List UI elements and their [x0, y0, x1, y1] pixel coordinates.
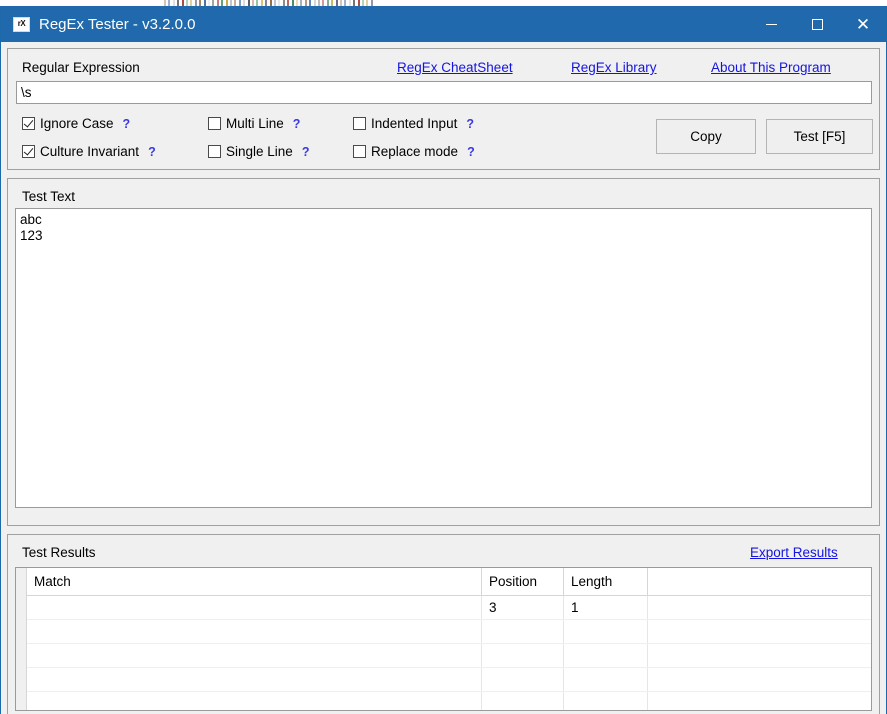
cell-length[interactable] — [563, 643, 648, 668]
regex-input[interactable]: \s — [16, 81, 872, 104]
results-panel: Test Results Export Results Match Positi… — [7, 534, 880, 714]
results-grid[interactable]: Match Position Length 31 — [15, 567, 872, 711]
copy-button[interactable]: Copy — [656, 119, 756, 154]
window-title: RegEx Tester - v3.2.0.0 — [39, 15, 196, 33]
minimize-icon — [765, 23, 777, 25]
table-row[interactable]: 31 — [27, 595, 871, 620]
checkbox-ignore-case[interactable] — [22, 117, 35, 131]
option-culture-invariant[interactable]: Culture Invariant ? — [22, 145, 156, 159]
results-table-body: 31 — [27, 595, 871, 710]
regex-panel: Regular Expression RegEx CheatSheet RegE… — [7, 48, 880, 170]
regex-tester-window: rX RegEx Tester - v3.2.0.0 ✕ Regular Exp… — [0, 6, 887, 714]
checkbox-culture-invariant[interactable] — [22, 145, 35, 159]
about-this-program-link[interactable]: About This Program — [711, 61, 831, 75]
table-header-row: Match Position Length — [27, 568, 871, 596]
test-results-label: Test Results — [22, 545, 96, 560]
grid-row-header-strip — [16, 568, 27, 710]
checkbox-multi-line[interactable] — [208, 117, 221, 131]
checkbox-single-line[interactable] — [208, 145, 221, 159]
regex-cheatsheet-link[interactable]: RegEx CheatSheet — [397, 61, 513, 75]
option-label: Indented Input — [371, 116, 458, 131]
cell-length[interactable]: 1 — [563, 595, 648, 620]
table-row[interactable] — [27, 643, 871, 668]
checkbox-indented-input[interactable] — [353, 117, 366, 131]
regex-tester-app-icon: rX — [13, 16, 30, 32]
test-text-panel: Test Text abc 123 — [7, 178, 880, 526]
app-root: rX RegEx Tester - v3.2.0.0 ✕ Regular Exp… — [0, 0, 887, 714]
table-row[interactable] — [27, 667, 871, 692]
cell-extra[interactable] — [647, 619, 871, 644]
option-replace-mode[interactable]: Replace mode ? — [353, 145, 475, 159]
cell-match[interactable] — [27, 595, 482, 620]
option-single-line[interactable]: Single Line ? — [208, 145, 309, 159]
cell-match[interactable] — [27, 667, 482, 692]
column-header-blank[interactable] — [647, 568, 871, 596]
maximize-icon — [811, 18, 823, 30]
column-header-position[interactable]: Position — [481, 568, 564, 596]
cell-extra[interactable] — [647, 691, 871, 710]
cell-match[interactable] — [27, 643, 482, 668]
option-multi-line[interactable]: Multi Line ? — [208, 117, 300, 131]
close-icon: ✕ — [855, 14, 871, 34]
option-label: Culture Invariant — [40, 144, 140, 159]
cell-extra[interactable] — [647, 667, 871, 692]
window-controls: ✕ — [748, 6, 886, 42]
close-button[interactable]: ✕ — [840, 6, 886, 42]
table-row[interactable] — [27, 691, 871, 710]
regex-library-link[interactable]: RegEx Library — [571, 61, 657, 75]
title-bar: rX RegEx Tester - v3.2.0.0 ✕ — [1, 6, 886, 42]
option-indented-input[interactable]: Indented Input ? — [353, 117, 474, 131]
help-icon-ignore-case[interactable]: ? — [123, 117, 131, 131]
cell-position[interactable] — [481, 667, 564, 692]
cell-position[interactable] — [481, 643, 564, 668]
help-icon-replace-mode[interactable]: ? — [467, 145, 475, 159]
cell-length[interactable] — [563, 619, 648, 644]
column-header-length[interactable]: Length — [563, 568, 648, 596]
test-button[interactable]: Test [F5] — [766, 119, 873, 154]
help-icon-multi-line[interactable]: ? — [293, 117, 301, 131]
export-results-link[interactable]: Export Results — [750, 546, 838, 560]
help-icon-culture-invariant[interactable]: ? — [148, 145, 156, 159]
regular-expression-label: Regular Expression — [22, 60, 140, 75]
test-text-label: Test Text — [22, 189, 76, 204]
cell-position[interactable] — [481, 619, 564, 644]
cell-extra[interactable] — [647, 643, 871, 668]
option-label: Ignore Case — [40, 116, 114, 131]
cell-length[interactable] — [563, 691, 648, 710]
option-ignore-case[interactable]: Ignore Case ? — [22, 117, 130, 131]
help-icon-indented-input[interactable]: ? — [466, 117, 474, 131]
maximize-button[interactable] — [794, 6, 840, 42]
minimize-button[interactable] — [748, 6, 794, 42]
cell-extra[interactable] — [647, 595, 871, 620]
results-table: Match Position Length 31 — [27, 568, 871, 710]
panel-splitter[interactable] — [7, 526, 880, 534]
cell-position[interactable] — [481, 691, 564, 710]
option-label: Multi Line — [226, 116, 284, 131]
cell-position[interactable]: 3 — [481, 595, 564, 620]
cell-length[interactable] — [563, 667, 648, 692]
cell-match[interactable] — [27, 619, 482, 644]
checkbox-replace-mode[interactable] — [353, 145, 366, 159]
help-icon-single-line[interactable]: ? — [302, 145, 310, 159]
option-label: Single Line — [226, 144, 293, 159]
column-header-match[interactable]: Match — [27, 568, 482, 596]
option-label: Replace mode — [371, 144, 459, 159]
table-row[interactable] — [27, 619, 871, 644]
cell-match[interactable] — [27, 691, 482, 710]
test-text-input[interactable]: abc 123 — [15, 208, 872, 508]
